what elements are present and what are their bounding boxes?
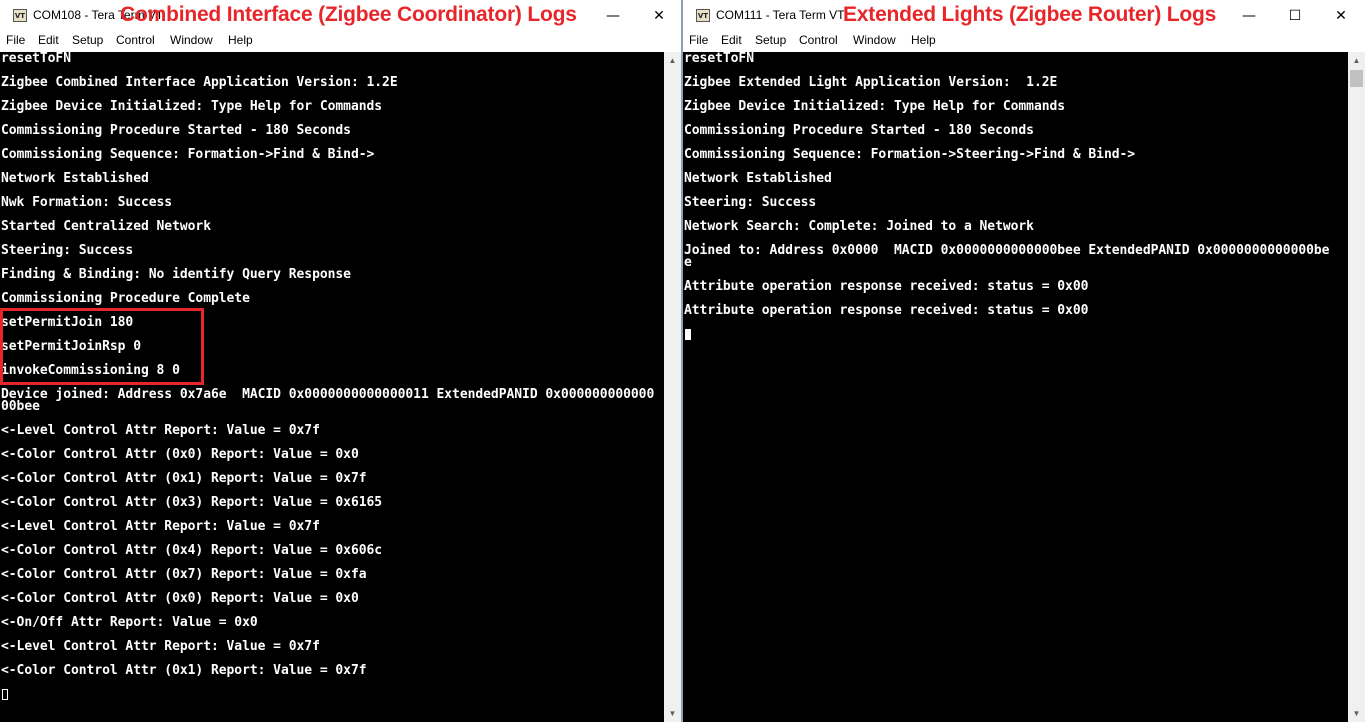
log-line: Zigbee Device Initialized: Type Help for… (684, 99, 1066, 114)
log-line: <-On/Off Attr Report: Value = 0x0 (1, 615, 258, 630)
menu-edit[interactable]: Edit (721, 33, 742, 47)
log-line: Steering: Success (684, 195, 817, 210)
log-line: Nwk Formation: Success (1, 195, 173, 210)
menu-help[interactable]: Help (911, 33, 936, 47)
log-line: Started Centralized Network (1, 219, 211, 234)
log-line: Device joined: Address 0x7a6e MACID 0x00… (1, 387, 655, 402)
log-line: Zigbee Device Initialized: Type Help for… (1, 99, 383, 114)
log-line: Attribute operation response received: s… (684, 279, 1089, 294)
minimize-button[interactable]: — (1227, 0, 1271, 31)
menu-window[interactable]: Window (853, 33, 896, 47)
menu-file[interactable]: File (689, 33, 708, 47)
title-bar[interactable]: VT COM111 - Tera Term VT Extended Lights… (683, 0, 1365, 31)
menu-control[interactable]: Control (116, 33, 155, 47)
terminal-output[interactable]: resetToFN Zigbee Combined Interface Appl… (0, 52, 664, 722)
window-title: COM111 - Tera Term VT (716, 8, 845, 22)
menu-setup[interactable]: Setup (72, 33, 103, 47)
log-line: <-Level Control Attr Report: Value = 0x7… (1, 639, 320, 654)
log-line: resetToFN (1, 52, 71, 66)
log-line: Commissioning Sequence: Formation->Steer… (684, 147, 1136, 162)
log-line: e (684, 255, 692, 270)
log-line: <-Color Control Attr (0x3) Report: Value… (1, 495, 383, 510)
terminal-output[interactable]: resetToFN Zigbee Extended Light Applicat… (683, 52, 1348, 722)
log-line: Steering: Success (1, 243, 134, 258)
vertical-scrollbar[interactable]: ▲ ▼ (664, 52, 681, 722)
maximize-button[interactable]: ☐ (1273, 0, 1317, 31)
log-line: Network Established (1, 171, 149, 186)
menu-edit[interactable]: Edit (38, 33, 59, 47)
log-line: Zigbee Extended Light Application Versio… (684, 75, 1058, 90)
maximize-icon: ☐ (1288, 7, 1302, 24)
scroll-up-arrow-icon[interactable]: ▲ (1348, 52, 1365, 69)
highlight-box (0, 308, 204, 385)
title-bar[interactable]: VT COM108 - Tera Term VT Combined Interf… (0, 0, 681, 31)
log-line: Joined to: Address 0x0000 MACID 0x000000… (684, 243, 1330, 258)
scroll-thumb[interactable] (1350, 70, 1363, 87)
minimize-button[interactable]: — (591, 0, 635, 31)
log-line: <-Color Control Attr (0x0) Report: Value… (1, 447, 359, 462)
text-cursor (2, 689, 8, 700)
text-cursor (685, 329, 691, 340)
log-line: Commissioning Procedure Started - 180 Se… (684, 123, 1034, 138)
menu-control[interactable]: Control (799, 33, 838, 47)
log-line: <-Level Control Attr Report: Value = 0x7… (1, 519, 320, 534)
vertical-scrollbar[interactable]: ▲ ▼ (1348, 52, 1365, 722)
log-line: Zigbee Combined Interface Application Ve… (1, 75, 398, 90)
log-line: <-Color Control Attr (0x1) Report: Value… (1, 471, 367, 486)
tera-term-window-com108: VT COM108 - Tera Term VT Combined Interf… (0, 0, 681, 722)
annotation-title: Extended Lights (Zigbee Router) Logs (843, 3, 1217, 26)
close-button[interactable]: ✕ (637, 0, 681, 31)
minimize-icon: — (1242, 7, 1256, 24)
log-line: Commissioning Procedure Complete (1, 291, 250, 306)
close-icon: ✕ (1335, 7, 1347, 24)
tera-term-icon[interactable]: VT (696, 9, 710, 22)
menu-setup[interactable]: Setup (755, 33, 786, 47)
log-line: Commissioning Procedure Started - 180 Se… (1, 123, 351, 138)
menu-window[interactable]: Window (170, 33, 213, 47)
log-line: Network Established (684, 171, 832, 186)
tera-term-window-com111: VT COM111 - Tera Term VT Extended Lights… (683, 0, 1365, 722)
tera-term-icon[interactable]: VT (13, 9, 27, 22)
menu-bar: File Edit Setup Control Window Help (683, 31, 1365, 51)
log-line: 00bee (1, 399, 40, 414)
close-button[interactable]: ✕ (1319, 0, 1363, 31)
menu-file[interactable]: File (6, 33, 25, 47)
log-line: <-Color Control Attr (0x0) Report: Value… (1, 591, 359, 606)
menu-help[interactable]: Help (228, 33, 253, 47)
annotation-title: Combined Interface (Zigbee Coordinator) … (120, 3, 577, 26)
log-line: Commissioning Sequence: Formation->Find … (1, 147, 375, 162)
log-line: <-Color Control Attr (0x1) Report: Value… (1, 663, 367, 678)
menu-bar: File Edit Setup Control Window Help (0, 31, 681, 51)
scroll-down-arrow-icon[interactable]: ▼ (1348, 705, 1365, 722)
log-line: <-Level Control Attr Report: Value = 0x7… (1, 423, 320, 438)
scroll-up-arrow-icon[interactable]: ▲ (664, 52, 681, 69)
log-line: Attribute operation response received: s… (684, 303, 1089, 318)
log-line: resetToFN (684, 52, 754, 66)
minimize-icon: — (606, 7, 620, 24)
scroll-down-arrow-icon[interactable]: ▼ (664, 705, 681, 722)
close-icon: ✕ (653, 7, 665, 24)
log-line: <-Color Control Attr (0x4) Report: Value… (1, 543, 383, 558)
log-line: <-Color Control Attr (0x7) Report: Value… (1, 567, 367, 582)
log-line: Finding & Binding: No identify Query Res… (1, 267, 351, 282)
log-line: Network Search: Complete: Joined to a Ne… (684, 219, 1034, 234)
